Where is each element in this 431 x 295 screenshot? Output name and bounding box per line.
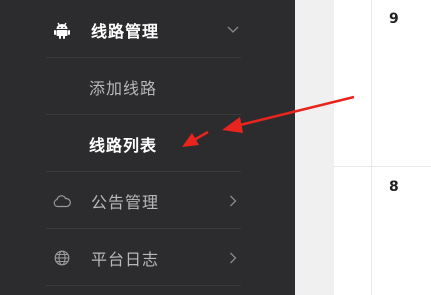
sidebar-item-platform-logs[interactable]: 平台日志 [0,229,295,286]
table-cell-id: 9 [389,11,399,27]
chevron-down-icon [227,24,239,36]
sidebar-item-label: 添加线路 [89,78,158,98]
sidebar-subitem-add-route[interactable]: 添加线路 [0,58,295,115]
table-cell-id: 8 [389,179,399,195]
sidebar-item-route-management[interactable]: 线路管理 [0,1,295,58]
sidebar-item-label: 平台日志 [91,249,160,269]
sidebar: 线路管理 添加线路 线路列表 公告管理 平台日志 [0,0,295,295]
sidebar-item-label: 线路管理 [91,21,160,41]
table-checkbox-column [334,0,372,295]
sidebar-item-announcement-management[interactable]: 公告管理 [0,172,295,229]
divider [46,285,241,286]
row-divider [334,166,431,167]
sidebar-item-label: 公告管理 [91,192,160,212]
content-gutter [295,0,334,295]
sidebar-subitem-route-list[interactable]: 线路列表 [0,115,295,172]
data-table: 9 8 [334,0,431,295]
chevron-right-icon [227,195,239,207]
sidebar-item-label: 线路列表 [89,135,158,155]
chevron-right-icon [227,252,239,264]
globe-icon [53,249,71,267]
android-icon [53,21,71,39]
cloud-icon [53,192,71,210]
